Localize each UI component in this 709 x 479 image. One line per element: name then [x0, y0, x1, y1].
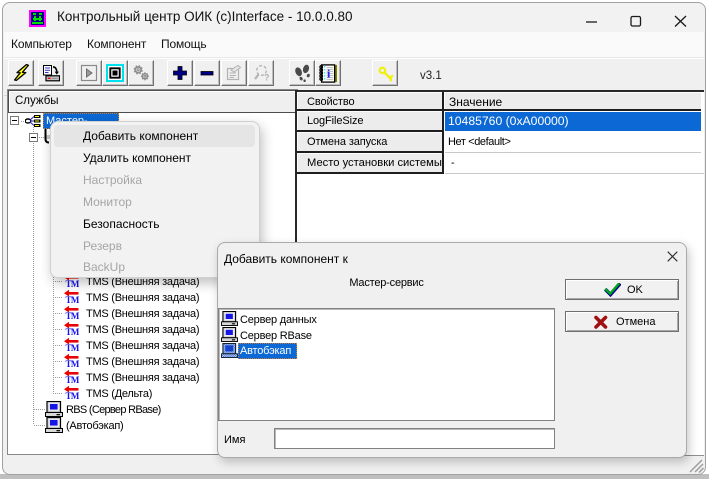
svg-text:?: ?: [264, 73, 270, 83]
svg-text:ТМ: ТМ: [66, 311, 80, 320]
svg-text:ТМ: ТМ: [66, 327, 80, 336]
svg-text:ТМ: ТМ: [66, 375, 80, 384]
svg-text:ТМ: ТМ: [66, 279, 80, 288]
svg-text:ТМ: ТМ: [66, 295, 80, 304]
svg-text:ТМ: ТМ: [66, 343, 80, 352]
svg-text:ТМ: ТМ: [66, 359, 80, 368]
svg-text:ТМ: ТМ: [66, 391, 80, 400]
